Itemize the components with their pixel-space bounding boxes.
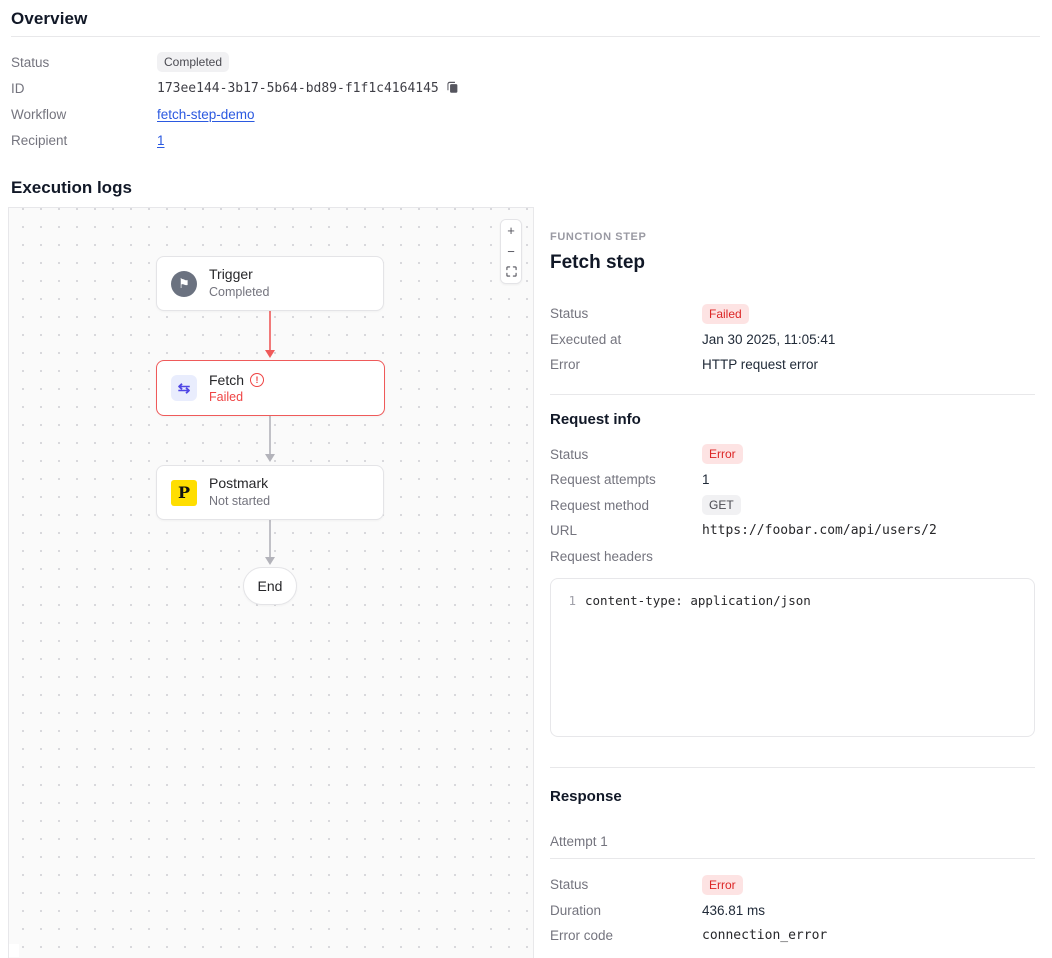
request-status-badge: Error <box>702 444 743 464</box>
step-status-row: Status Failed <box>550 301 1035 327</box>
step-error-label: Error <box>550 357 702 372</box>
zoom-out-button[interactable]: − <box>501 241 521 262</box>
request-attempts-label: Request attempts <box>550 472 702 487</box>
response-status-row: Status Error <box>550 872 1035 898</box>
copy-id-button[interactable] <box>446 80 459 97</box>
node-end-label: End <box>258 578 283 594</box>
executed-at-row: Executed at Jan 30 2025, 11:05:41 <box>550 327 1035 353</box>
request-attempts-value: 1 <box>702 472 1035 487</box>
overview-section: Overview Status Completed ID 173ee144-3b… <box>0 0 1052 153</box>
overview-status-row: Status Completed <box>11 49 1040 75</box>
response-error-code-value: connection_error <box>702 928 1035 943</box>
workflow-canvas[interactable]: ⚑ Trigger Completed ⇆ Fetch ! Failed P <box>8 207 534 958</box>
status-badge: Completed <box>157 52 229 72</box>
response-attempt-label: Attempt 1 <box>550 834 1035 849</box>
minus-icon: − <box>507 244 515 259</box>
canvas-attribution-mask <box>9 944 19 957</box>
trigger-flag-icon: ⚑ <box>171 271 197 297</box>
request-headers-row: Request headers <box>550 544 1035 570</box>
node-fetch-title: Fetch ! <box>209 372 264 389</box>
overview-recipient-row: Recipient 1 <box>11 127 1040 153</box>
overview-workflow-row: Workflow fetch-step-demo <box>11 101 1040 127</box>
code-line: 1 content-type: application/json <box>551 592 1034 609</box>
executed-at-label: Executed at <box>550 332 702 347</box>
node-fetch[interactable]: ⇆ Fetch ! Failed <box>156 360 385 416</box>
request-url-label: URL <box>550 523 702 538</box>
executed-at-value: Jan 30 2025, 11:05:41 <box>702 332 1035 347</box>
step-status-label: Status <box>550 306 702 321</box>
response-status-label: Status <box>550 877 702 892</box>
run-id-value: 173ee144-3b17-5b64-bd89-f1f1c4164145 <box>157 81 439 96</box>
node-end[interactable]: End <box>243 567 297 605</box>
canvas-zoom-controls: + − <box>500 219 522 284</box>
step-error-value: HTTP request error <box>702 357 1035 372</box>
response-status-badge: Error <box>702 875 743 895</box>
node-postmark[interactable]: P Postmark Not started <box>156 465 384 520</box>
fit-view-icon <box>506 265 517 280</box>
copy-icon <box>446 80 459 97</box>
recipient-label: Recipient <box>11 133 157 148</box>
node-postmark-status: Not started <box>209 494 270 508</box>
execution-logs-panel: ⚑ Trigger Completed ⇆ Fetch ! Failed P <box>8 207 1052 958</box>
request-headers-code-block: 1 content-type: application/json <box>550 578 1035 737</box>
response-duration-label: Duration <box>550 903 702 918</box>
request-headers-label: Request headers <box>550 549 702 564</box>
step-title: Fetch step <box>550 252 1035 274</box>
overview-id-row: ID 173ee144-3b17-5b64-bd89-f1f1c4164145 <box>11 75 1040 101</box>
workflow-link[interactable]: fetch-step-demo <box>157 107 255 122</box>
step-error-row: Error HTTP request error <box>550 352 1035 378</box>
request-method-badge: GET <box>702 495 741 515</box>
node-trigger-title: Trigger <box>209 266 269 283</box>
id-label: ID <box>11 81 157 96</box>
response-duration-value: 436.81 ms <box>702 903 1035 918</box>
execution-logs-title: Execution logs <box>11 178 1040 198</box>
request-url-row: URL https://foobar.com/api/users/2 <box>550 518 1035 544</box>
status-label: Status <box>11 55 157 70</box>
response-error-code-label: Error code <box>550 928 702 943</box>
overview-rows: Status Completed ID 173ee144-3b17-5b64-b… <box>11 37 1040 153</box>
postmark-logo-icon: P <box>171 480 197 506</box>
request-info-rows: Status Error Request attempts 1 Request … <box>550 442 1035 570</box>
request-attempts-row: Request attempts 1 <box>550 467 1035 493</box>
step-details-panel: FUNCTION STEP Fetch step Status Failed E… <box>534 207 1052 958</box>
node-trigger-status: Completed <box>209 285 269 299</box>
request-status-label: Status <box>550 447 702 462</box>
code-line-number: 1 <box>551 592 585 609</box>
response-duration-row: Duration 436.81 ms <box>550 898 1035 924</box>
code-line-content: content-type: application/json <box>585 592 811 609</box>
fetch-swap-arrows-icon: ⇆ <box>171 375 197 401</box>
step-type-label: FUNCTION STEP <box>550 231 1035 243</box>
section-divider <box>550 394 1035 395</box>
plus-icon: + <box>507 223 515 238</box>
node-fetch-status: Failed <box>209 389 264 405</box>
workflow-run-detail-page: Overview Status Completed ID 173ee144-3b… <box>0 0 1052 958</box>
step-status-badge: Failed <box>702 304 749 324</box>
node-trigger[interactable]: ⚑ Trigger Completed <box>156 256 384 311</box>
request-method-row: Request method GET <box>550 493 1035 519</box>
request-info-title: Request info <box>550 411 1035 428</box>
response-title: Response <box>550 788 1035 805</box>
response-rows: Status Error Duration 436.81 ms Error co… <box>550 872 1035 949</box>
node-postmark-title: Postmark <box>209 475 270 492</box>
fit-view-button[interactable] <box>501 262 521 283</box>
request-url-value: https://foobar.com/api/users/2 <box>702 523 1035 538</box>
zoom-in-button[interactable]: + <box>501 220 521 241</box>
workflow-label: Workflow <box>11 107 157 122</box>
recipient-link[interactable]: 1 <box>157 133 165 148</box>
step-summary-rows: Status Failed Executed at Jan 30 2025, 1… <box>550 301 1035 378</box>
overview-title: Overview <box>11 9 1040 29</box>
error-alert-icon: ! <box>250 373 264 387</box>
request-status-row: Status Error <box>550 442 1035 468</box>
request-method-label: Request method <box>550 498 702 513</box>
section-divider <box>550 767 1035 768</box>
attempt-divider <box>550 858 1035 859</box>
response-error-code-row: Error code connection_error <box>550 923 1035 949</box>
